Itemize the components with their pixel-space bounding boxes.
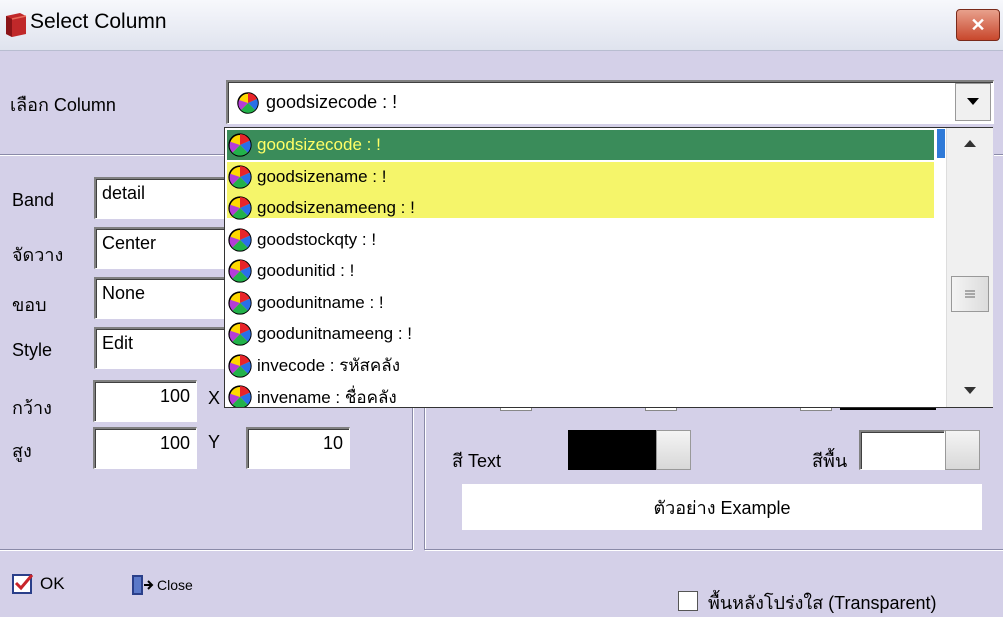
bg-color-swatch [859,430,945,470]
band-label: Band [12,190,55,210]
checkmark-icon [12,574,34,594]
preview-box: ตัวอย่าง Example [462,484,982,530]
transparent-label: พื้นหลังโปร่งใส (Transparent) [708,593,937,613]
text-color-label: สี Text [452,451,501,471]
close-button[interactable]: Close [130,573,193,597]
bg-color-picker-button[interactable] [945,430,980,470]
separator [425,549,1003,551]
dropdown-item-label: goodsizecode : ! [257,135,381,154]
select-column-combobox[interactable]: goodsizecode : ! [226,80,994,124]
y-field[interactable]: 10 [246,427,350,469]
scroll-down-button[interactable] [947,375,993,407]
dropdown-item[interactable]: goodstockqty : ! [227,225,937,255]
app-icon [4,12,28,38]
separator [0,549,413,551]
ok-button[interactable]: OK [12,573,65,595]
column-icon [228,385,252,407]
transparent-checkbox[interactable] [678,591,698,611]
preview-text: ตัวอย่าง Example [653,497,791,518]
column-icon [228,227,252,252]
height-label: สูง [12,441,32,461]
window-title: Select Column [30,10,167,33]
align-label: จัดวาง [12,245,64,265]
dropdown-item[interactable]: goodsizenameeng : ! [227,193,937,223]
selected-marker [937,129,945,158]
border-label: ขอบ [12,295,47,315]
dropdown-item-label: goodunitid : ! [257,261,355,280]
dropdown-item[interactable]: goodunitid : ! [227,256,937,286]
separator [0,154,228,156]
dropdown-item-label: goodsizenameeng : ! [257,198,415,217]
column-icon [228,164,252,189]
column-icon [228,322,252,346]
column-icon [228,259,252,283]
text-color-picker-button[interactable] [656,430,691,470]
dropdown-item-label: goodsizename : ! [257,166,387,186]
panel-divider [424,408,426,550]
column-icon [228,353,252,378]
width-label: กว้าง [12,398,52,418]
close-window-button[interactable]: ✕ [956,9,1000,41]
dropdown-item[interactable]: invename : ชื่อคลัง [227,382,937,407]
dropdown-item[interactable]: invecode : รหัสคลัง [227,351,937,381]
y-label: Y [208,432,221,452]
column-icon [228,196,252,220]
scroll-thumb[interactable] [951,276,989,312]
chevron-down-icon [964,387,976,394]
band-field[interactable]: detail [94,177,229,219]
chevron-up-icon [964,140,976,147]
x-label: X [208,388,221,408]
height-field[interactable]: 100 [93,427,197,469]
text-color-swatch [568,430,656,470]
scroll-up-button[interactable] [947,128,993,160]
dropdown-arrow-button[interactable] [955,83,991,121]
dropdown-item[interactable]: goodsizecode : ! [227,130,937,160]
style-label: Style [12,340,53,360]
ok-label: OK [40,574,65,593]
chevron-down-icon [967,98,979,105]
style-field[interactable]: Edit [94,327,229,369]
dropdown-scrollbar[interactable] [946,128,993,407]
dropdown-item[interactable]: goodunitname : ! [227,288,937,318]
column-icon [237,91,259,114]
dropdown-item[interactable]: goodsizename : ! [227,162,937,192]
dropdown-item-label: invecode : รหัสคลัง [257,356,401,375]
dropdown-item-label: goodstockqty : ! [257,229,377,249]
select-column-value: goodsizecode : ! [266,92,398,112]
title-bar: Select Column ✕ [0,0,1003,51]
close-label: Close [157,577,193,593]
dropdown-item-label: goodunitnameeng : ! [257,324,413,343]
dropdown-item[interactable]: goodunitnameeng : ! [227,319,937,349]
separator [994,154,1003,156]
border-field[interactable]: None [94,277,229,319]
exit-door-icon [132,575,154,595]
column-icon [228,290,252,315]
column-dropdown-list[interactable]: goodsizecode : ! goodsizename : ! goodsize… [224,127,993,408]
align-field[interactable]: Center [94,227,229,269]
panel-divider [412,408,414,550]
column-icon [228,133,252,157]
bg-color-label: สีพื้น [812,451,848,471]
select-column-label: เลือก Column [10,95,116,115]
width-field[interactable]: 100 [93,380,197,422]
dropdown-item-label: goodunitname : ! [257,292,384,312]
dropdown-item-label: invename : ชื่อคลัง [257,387,397,407]
grip-icon [965,290,975,298]
